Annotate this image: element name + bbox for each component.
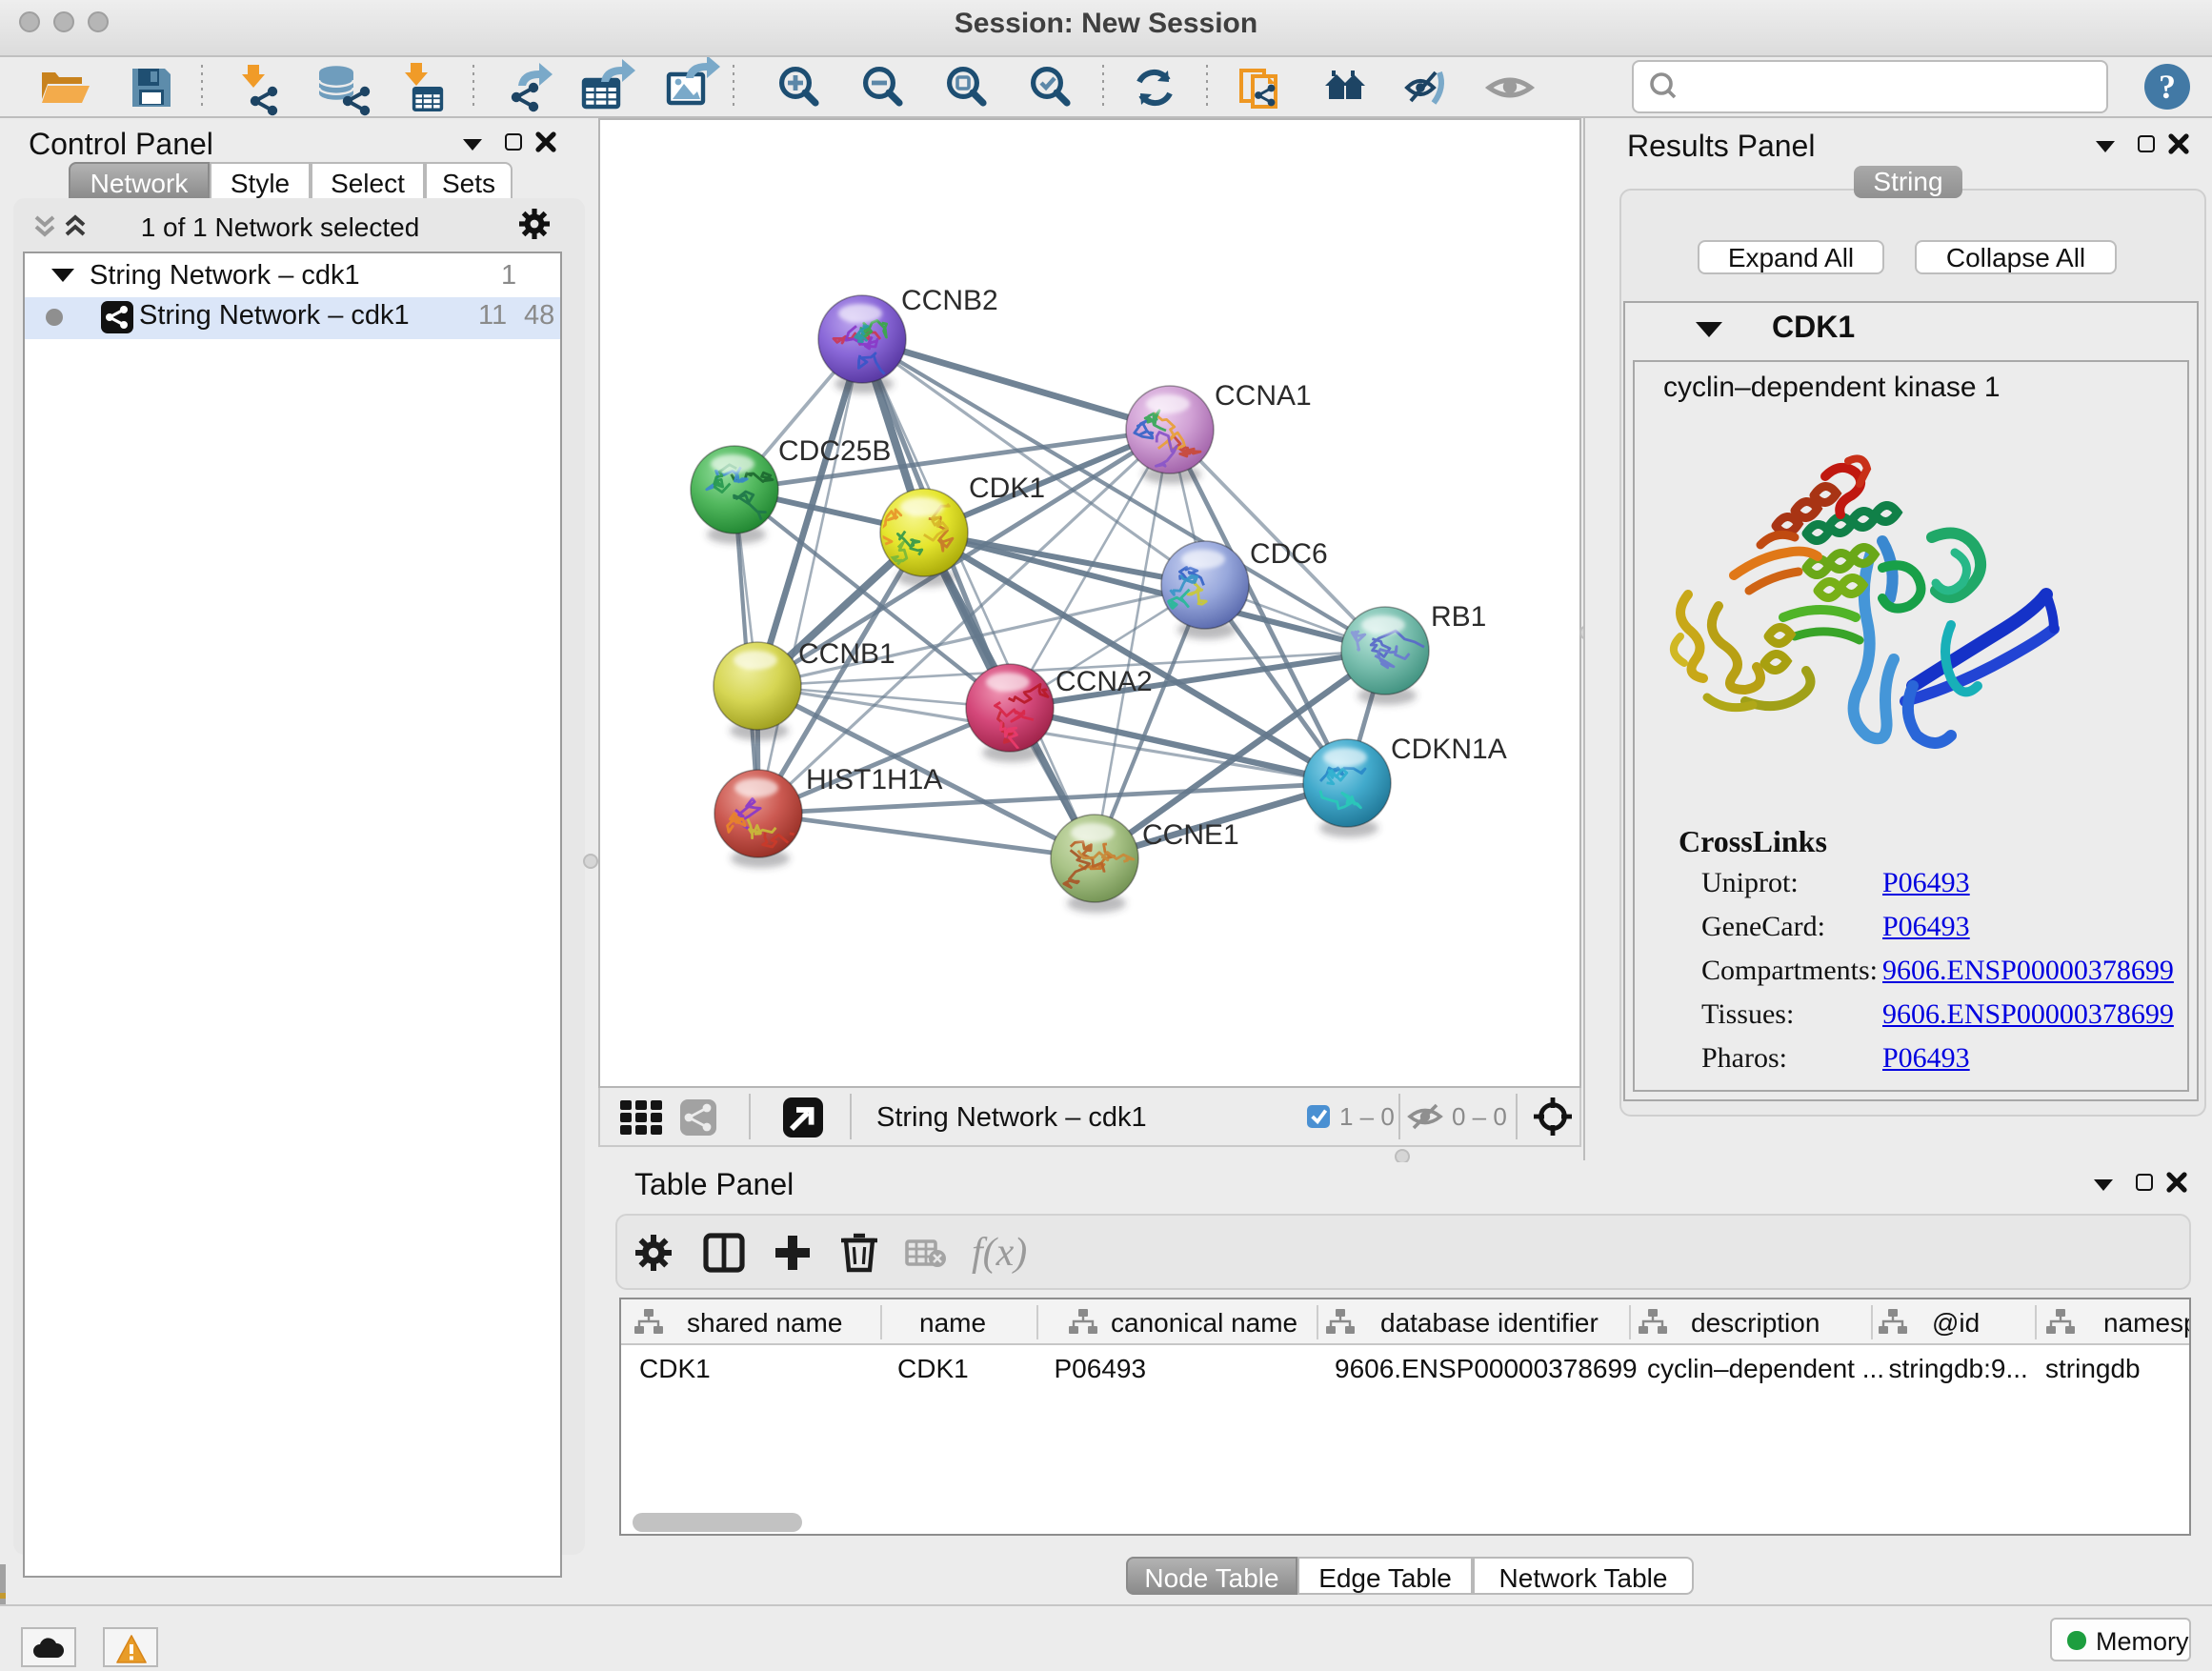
svg-text:CDKN1A: CDKN1A (1391, 734, 1507, 765)
svg-text:CDC25B: CDC25B (778, 435, 891, 467)
svg-text:String Network – cdk1: String Network – cdk1 (876, 1102, 1147, 1133)
svg-text:f(x): f(x) (972, 1231, 1027, 1275)
svg-text:1 – 0: 1 – 0 (1339, 1102, 1395, 1131)
svg-text:0 – 0: 0 – 0 (1452, 1102, 1507, 1131)
svg-text:CCNB2: CCNB2 (901, 285, 998, 316)
svg-text:CCNA1: CCNA1 (1215, 380, 1312, 412)
svg-text:CDK1: CDK1 (969, 473, 1045, 504)
svg-text:CCNE1: CCNE1 (1142, 819, 1239, 851)
svg-text:CDC6: CDC6 (1250, 538, 1328, 570)
svg-text:RB1: RB1 (1431, 601, 1486, 633)
svg-text:CCNB1: CCNB1 (798, 638, 895, 670)
svg-text:CCNA2: CCNA2 (1056, 666, 1153, 697)
svg-text:HIST1H1A: HIST1H1A (806, 764, 942, 795)
svg-text:?: ? (2159, 68, 2176, 106)
